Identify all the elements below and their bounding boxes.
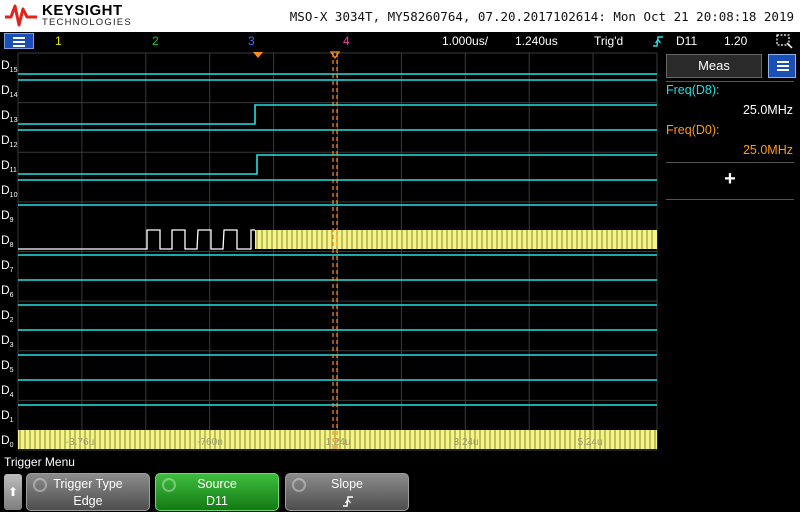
channel-label: D4 [1,383,14,399]
delay-marker-icon [253,52,263,58]
softkey-value: Edge [73,494,103,508]
channel-label-sub: 0 [10,442,14,449]
meas-d0-label: Freq(D0): [666,123,720,137]
divider [666,162,794,163]
channel-label: D15 [1,58,18,74]
trigger-source: D11 [676,34,698,48]
trigger-marker-icon [776,34,793,49]
channel-label-sub: 9 [10,217,14,224]
meas-d0-value: 25.0MHz [742,143,793,157]
channel-label: D7 [1,258,14,274]
trigger-status: Trig'd [594,34,624,48]
channel-label-sub: 7 [10,267,14,274]
slope-softkey[interactable]: Slope [285,473,409,511]
channel-1-label[interactable]: 1 [55,34,62,48]
softkey-label: Slope [331,477,363,491]
channel-label: D1 [1,408,14,424]
channel-label: D13 [1,108,18,124]
delay-value: 1.240us [515,34,558,48]
channel-label-sub: 10 [10,192,18,199]
channel-4-label[interactable]: 4 [343,34,350,48]
waveform-display[interactable]: D15 D14 D13 D12 D11 D10 D9 D8 D7 D6 D2 D3 D5 D4 D1 D0 -3… [0,51,660,452]
channel-label: D11 [1,158,17,174]
channel-label: D14 [1,83,18,99]
channel-label: D0 [1,433,14,449]
softkey-label: Source [197,477,237,491]
softkey-label: Trigger Type [53,477,123,491]
plus-icon[interactable]: + [718,167,742,191]
channel-label-sub: 4 [10,392,14,399]
trigger-level: 1.20 [724,34,748,48]
channel-label: D2 [1,308,14,324]
main-menu-icon[interactable] [4,33,34,49]
instrument-info: MSO-X 3034T, MY58260764, 07.20.201710261… [289,9,794,24]
time-axis-label: -760n [197,437,223,448]
meas-d8-value: 25.0MHz [742,103,793,117]
panel-menu-icon[interactable] [768,54,796,78]
channel-3-label[interactable]: 3 [248,34,255,48]
menu-title: Trigger Menu [4,455,75,469]
waveform-canvas: D15 D14 D13 D12 D11 D10 D9 D8 D7 D6 D2 D3 D5 D4 D1 D0 -3… [1,51,658,451]
channel-label: D12 [1,133,18,149]
softkey-bar: ⬆ Trigger Type Edge Source D11 Slope [0,472,800,512]
channel-2-label[interactable]: 2 [152,34,159,48]
trigger-edge-icon [653,36,663,47]
channel-label-sub: 1 [10,417,14,424]
source-softkey[interactable]: Source D11 [155,473,279,511]
channel-label-sub: 6 [10,292,14,299]
channel-label-sub: 3 [10,342,14,349]
meas-tab[interactable]: Meas [666,54,762,78]
channel-label: D6 [1,283,14,299]
divider [666,81,794,82]
divider [666,199,794,200]
channel-label-sub: 11 [10,167,17,174]
channel-label-sub: 8 [10,242,14,249]
channel-label-sub: 13 [10,117,18,124]
channel-label: D3 [1,333,14,349]
up-arrow-icon[interactable]: ⬆ [4,474,22,510]
rising-edge-icon [343,496,353,507]
meas-d8-label: Freq(D8): [666,83,720,97]
channel-label-sub: 15 [10,67,18,74]
time-axis-label: -3.76u [66,437,94,448]
channel-label: D10 [1,183,18,199]
softkey-value: D11 [205,494,228,508]
time-axis-label: 5.24u [577,437,602,448]
trace-d8 [18,229,255,250]
keysight-logo-icon [5,4,37,27]
channel-label-sub: 12 [10,142,18,149]
channel-label: D9 [1,208,14,224]
brand-subtitle: TECHNOLOGIES [42,17,132,28]
channel-label: D5 [1,358,14,374]
channel-label-sub: 2 [10,317,14,324]
title-bar: KEYSIGHT TECHNOLOGIES MSO-X 3034T, MY582… [0,0,800,32]
channel-label-sub: 14 [10,92,18,99]
timebase-value: 1.000us/ [442,34,489,48]
channel-status-bar: 1 2 3 4 1.000us/ 1.240us Trig'd D11 1.20 [0,32,800,51]
channel-label-sub: 5 [10,367,14,374]
time-axis-label: 3.24u [453,437,478,448]
trigger-type-softkey[interactable]: Trigger Type Edge [26,473,150,511]
measurement-panel: Meas Freq(D8): 25.0MHz Freq(D0): 25.0MHz… [660,51,800,452]
time-axis-label: 1.24u [325,437,350,448]
channel-label: D8 [1,233,14,249]
